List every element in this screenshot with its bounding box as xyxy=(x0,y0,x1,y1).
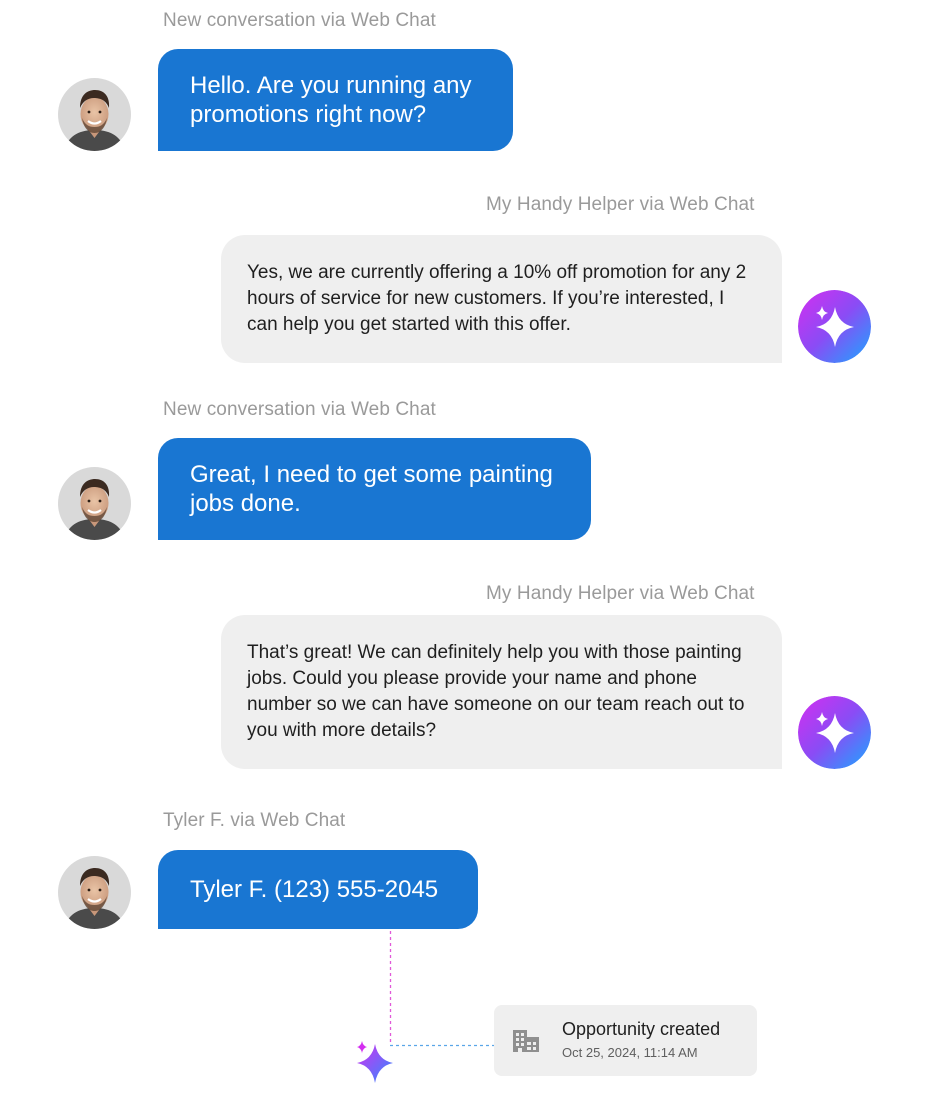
opportunity-created-card[interactable]: Opportunity created Oct 25, 2024, 11:14 … xyxy=(494,1005,757,1076)
event-timestamp: Oct 25, 2024, 11:14 AM xyxy=(562,1045,698,1060)
event-title: Opportunity created xyxy=(562,1019,721,1039)
event-connector xyxy=(389,931,494,1047)
ai-sparkle-icon xyxy=(357,1041,393,1083)
building-icon xyxy=(513,1030,539,1052)
